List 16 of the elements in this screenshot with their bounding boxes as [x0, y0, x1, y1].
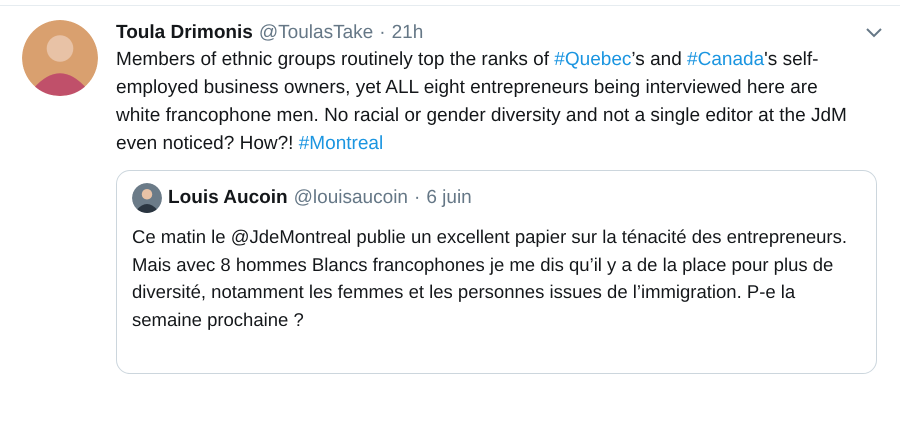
author-handle[interactable]: @louisaucoin: [294, 187, 408, 209]
quoted-text: Ce matin le @JdeMontreal publie un excellent papier sur la ténacité des entrepreneurs. Mais avec 8 hommes Blancs francophones je me dis qu’il y a de la place pour plus de diversité, notamment les femmes et les personnes issues de l’immigration. P-e la semaine prochaine ?: [132, 225, 848, 332]
timestamp[interactable]: 6 juin: [426, 187, 472, 209]
author-name[interactable]: Toula Drimonis: [116, 20, 253, 46]
separator: ·: [414, 187, 420, 209]
chevron-down-icon[interactable]: [864, 26, 884, 40]
avatar[interactable]: [132, 183, 162, 213]
tweet-text: Members of ethnic groups routinely top the ranks of #Quebec’s and #Canada's self-employed business owners, yet ALL eight entrepreneurs being interviewed here are white francophone men. No racial or gender diversity and not a single editor at the JdM even noticed? How?! #Montreal: [116, 48, 848, 156]
timestamp[interactable]: 21h: [392, 20, 424, 46]
hashtag-link[interactable]: #Canada: [687, 49, 764, 70]
separator: ·: [379, 21, 386, 45]
hashtag-link[interactable]: #Montreal: [298, 133, 384, 154]
author-handle[interactable]: @ToulasTake: [258, 20, 374, 46]
quoted-tweet[interactable]: [116, 170, 877, 374]
author-name[interactable]: Louis Aucoin: [168, 187, 288, 209]
hashtag-link[interactable]: #Quebec: [554, 49, 632, 70]
